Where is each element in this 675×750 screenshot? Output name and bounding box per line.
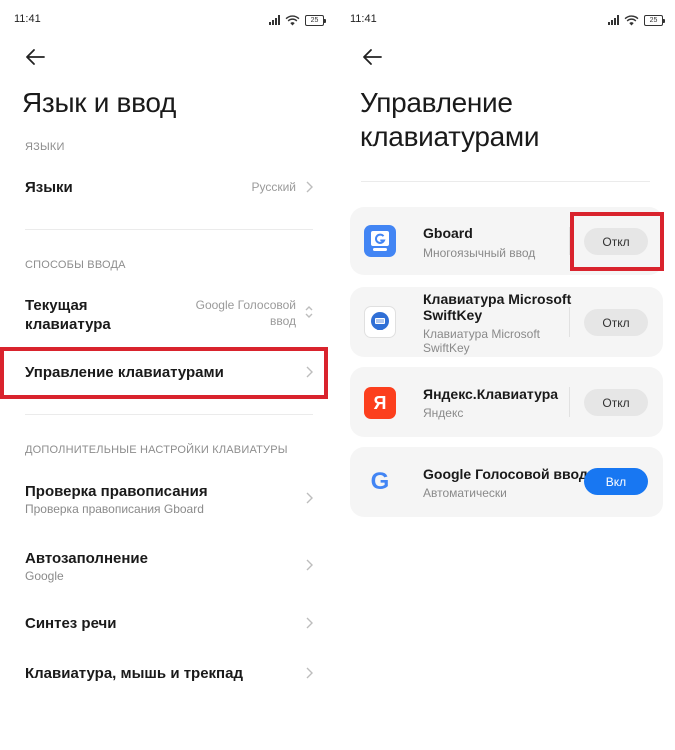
- keyboard-name-line1: Клавиатура Microsoft: [423, 291, 572, 307]
- yandex-icon: Я: [364, 387, 396, 419]
- keyboard-mouse-title: Клавиатура, мышь и трекпад: [25, 665, 243, 682]
- status-icons: 25: [269, 13, 326, 27]
- battery-icon: 25: [644, 14, 665, 26]
- divider: [361, 181, 650, 182]
- languages-row-title: Языки: [25, 179, 73, 196]
- separator: [569, 307, 570, 337]
- spellcheck-subtitle: Проверка правописания Gboard: [25, 502, 204, 516]
- current-keyboard-value-line1: Google Голосовой: [195, 298, 296, 312]
- divider: [25, 229, 313, 230]
- status-time: 11:41: [14, 13, 41, 25]
- chevron-right-icon: [304, 616, 314, 630]
- language-input-screen: 11:41 25 Язык и ввод ЯЗЫКИ Языки Русский…: [0, 0, 338, 750]
- swiftkey-icon: [364, 306, 396, 338]
- page-title: Управление клавиатурами: [360, 86, 620, 154]
- back-button[interactable]: [361, 46, 387, 68]
- keyboard-name: Gboard: [423, 225, 473, 241]
- divider: [25, 414, 313, 415]
- tts-title: Синтез речи: [25, 615, 117, 632]
- spellcheck-title: Проверка правописания: [25, 483, 208, 500]
- page-title-line1: Управление: [360, 87, 513, 118]
- keyboard-desc-line1: Клавиатура Microsoft: [423, 327, 541, 341]
- autofill-title: Автозаполнение: [25, 550, 148, 567]
- keyboard-name: Яндекс.Клавиатура: [423, 386, 559, 402]
- current-keyboard-title-line1: Текущая: [25, 297, 88, 314]
- gboard-toggle-button[interactable]: Откл: [584, 228, 648, 255]
- back-arrow-icon: [26, 49, 45, 65]
- keyboard-card-yandex: Я Яндекс.Клавиатура Яндекс Откл: [350, 367, 663, 437]
- section-header-input-methods: СПОСОБЫ ВВОДА: [25, 259, 126, 271]
- signal-icon: [608, 15, 619, 25]
- status-bar: 11:41 25: [338, 10, 675, 30]
- chevron-updown-icon: [304, 304, 314, 320]
- yandex-toggle-button[interactable]: Откл: [584, 389, 648, 416]
- keyboard-card-swiftkey: Клавиатура Microsoft SwiftKey Клавиатура…: [350, 287, 663, 357]
- spellcheck-row[interactable]: Проверка правописания Проверка правописа…: [0, 478, 338, 520]
- status-time: 11:41: [350, 13, 377, 25]
- manage-keyboards-row[interactable]: Управление клавиатурами: [0, 355, 338, 389]
- keyboard-card-google-voice: G Google Голосовой ввод Автоматически Вк…: [350, 447, 663, 517]
- current-keyboard-title-line2: клавиатура: [25, 316, 111, 333]
- keyboard-mouse-row[interactable]: Клавиатура, мышь и трекпад: [0, 658, 338, 690]
- wifi-icon: [285, 14, 300, 26]
- separator: [569, 387, 570, 417]
- autofill-subtitle: Google: [25, 569, 64, 583]
- section-header-languages: ЯЗЫКИ: [25, 141, 65, 153]
- chevron-right-icon: [304, 365, 314, 379]
- wifi-icon: [624, 14, 639, 26]
- google-icon: G: [370, 468, 390, 495]
- manage-keyboards-screen: 11:41 25 Управление клавиатурами Gboard …: [338, 0, 675, 750]
- back-arrow-icon: [363, 49, 382, 65]
- google-voice-toggle-button[interactable]: Вкл: [584, 468, 648, 495]
- section-header-extra-settings: ДОПОЛНИТЕЛЬНЫЕ НАСТРОЙКИ КЛАВИАТУРЫ: [25, 444, 288, 456]
- status-bar: 11:41 25: [0, 10, 338, 30]
- keyboard-name-line2: SwiftKey: [423, 307, 483, 323]
- manage-keyboards-title: Управление клавиатурами: [25, 364, 224, 381]
- autofill-row[interactable]: Автозаполнение Google: [0, 545, 338, 587]
- current-keyboard-value-line2: ввод: [269, 314, 296, 328]
- keyboard-card-gboard: Gboard Многоязычный ввод Откл: [350, 207, 663, 275]
- chevron-right-icon: [304, 491, 314, 505]
- battery-icon: 25: [305, 14, 326, 26]
- status-icons: 25: [608, 13, 665, 27]
- tts-row[interactable]: Синтез речи: [0, 608, 338, 640]
- languages-row-value: Русский: [251, 180, 296, 194]
- languages-row[interactable]: Языки Русский: [0, 170, 338, 204]
- swiftkey-toggle-button[interactable]: Откл: [584, 309, 648, 336]
- keyboard-desc: Многоязычный ввод: [423, 246, 536, 260]
- chevron-right-icon: [304, 666, 314, 680]
- gboard-icon: [364, 225, 396, 257]
- chevron-right-icon: [304, 558, 314, 572]
- current-keyboard-row[interactable]: Текущая клавиатура Google Голосовой ввод: [0, 290, 338, 338]
- keyboard-desc: Яндекс: [423, 406, 464, 420]
- separator: [569, 227, 570, 255]
- page-title: Язык и ввод: [22, 87, 177, 118]
- chevron-right-icon: [304, 180, 314, 194]
- keyboard-desc: Автоматически: [423, 486, 507, 500]
- keyboard-desc-line2: SwiftKey: [423, 341, 470, 355]
- keyboard-name: Google Голосовой ввод: [423, 466, 588, 482]
- back-button[interactable]: [24, 46, 50, 68]
- signal-icon: [269, 15, 280, 25]
- page-title-line2: клавиатурами: [360, 121, 540, 152]
